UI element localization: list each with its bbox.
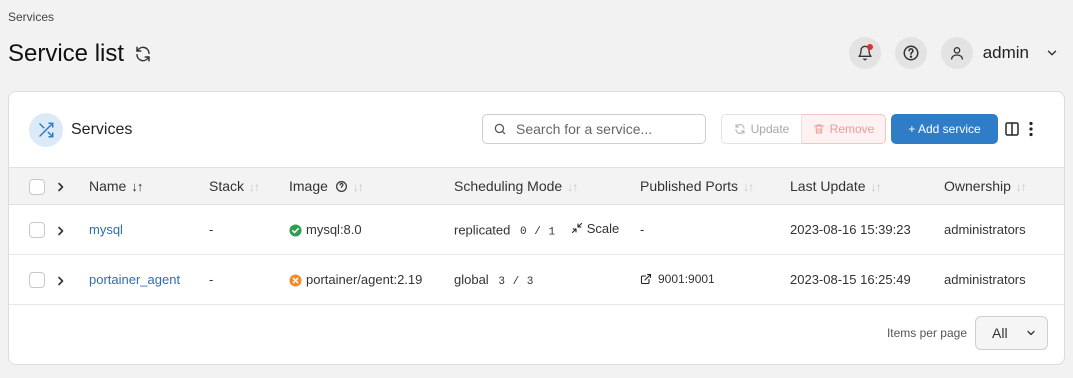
items-per-page-label: Items per page [886, 326, 967, 340]
items-per-page-select[interactable]: All [975, 316, 1048, 350]
help-icon [335, 180, 348, 193]
minimize-arrows-icon [571, 222, 583, 234]
image-name: portainer/agent:2.19 [306, 271, 423, 287]
shuffle-icon [29, 113, 63, 147]
col-stack[interactable]: Stack ↓↑ [209, 168, 289, 205]
scheduling-cell: global 3 / 3 [454, 271, 534, 288]
help-button[interactable] [894, 37, 927, 69]
image-cell: portainer/agent:2.19 [289, 255, 454, 305]
ownership-cell: administrators [944, 222, 1026, 237]
sort-icon: ↓↑ [870, 180, 882, 194]
col-ownership[interactable]: Ownership ↓↑ [944, 168, 1064, 205]
card-header: Services Update Remove + Add service [9, 92, 1064, 167]
col-name[interactable]: Name ↓↑ [89, 168, 209, 205]
sort-desc-icon: ↓↑ [131, 179, 143, 194]
col-last-update[interactable]: Last Update ↓↑ [790, 168, 944, 205]
page-title: Service list [8, 40, 152, 68]
last-update-cell: 2023-08-16 15:39:23 [790, 222, 911, 237]
remove-label: Remove [829, 122, 875, 136]
last-update-cell: 2023-08-15 16:25:49 [790, 272, 911, 287]
table-header: Name ↓↑ Stack ↓↑ Image ↓↑ Scheduling Mode ↓… [9, 167, 1064, 205]
ownership-cell: administrators [944, 272, 1026, 287]
refresh-icon [734, 123, 746, 135]
chevron-right-icon[interactable] [56, 182, 66, 192]
service-link[interactable]: portainer_agent [89, 272, 180, 287]
running-count: 0 [520, 226, 527, 239]
row-checkbox[interactable] [29, 271, 45, 288]
page-title-text: Service list [8, 40, 125, 67]
sort-icon: ↓↑ [249, 180, 260, 194]
search-box[interactable] [482, 114, 706, 144]
external-link-icon [640, 273, 652, 285]
sort-icon: ↓↑ [743, 180, 754, 194]
scale-button[interactable]: Scale [571, 221, 619, 236]
header-actions: admin [848, 37, 1059, 69]
scheduling-cell: replicated 0 / 1 Scale [454, 220, 620, 239]
service-link[interactable]: mysql [89, 222, 123, 237]
pagination: Items per page All [887, 316, 1048, 350]
sort-icon: ↓↑ [352, 180, 364, 194]
user-icon [949, 45, 965, 61]
trash-icon [813, 123, 825, 135]
card-title: Services [71, 121, 133, 138]
desired-count: 3 [526, 275, 534, 288]
notification-badge [866, 44, 873, 50]
col-ports[interactable]: Published Ports ↓↑ [640, 168, 790, 205]
col-image[interactable]: Image ↓↑ [289, 168, 454, 205]
x-circle-icon [289, 274, 302, 287]
refresh-icon[interactable] [134, 45, 152, 63]
search-input[interactable] [516, 121, 686, 137]
running-count: 3 [498, 275, 505, 288]
image-cell: mysql:8.0 [289, 205, 454, 255]
services-card: Services Update Remove + Add service [8, 91, 1065, 365]
stack-cell: - [209, 222, 214, 237]
service-actions: Update Remove [721, 114, 886, 144]
columns-icon[interactable] [1004, 121, 1020, 137]
table-row: mysql - mysql:8.0 replicated 0 / 1 Scale… [9, 205, 1064, 255]
ports-cell: 9001:9001 [640, 255, 790, 305]
add-service-button[interactable]: + Add service [891, 114, 998, 144]
update-label: Update [750, 122, 790, 136]
replica-separator: / [534, 226, 541, 239]
help-icon [902, 44, 920, 62]
chevron-down-icon [1045, 46, 1059, 60]
sort-icon: ↓↑ [567, 180, 578, 194]
select-all-checkbox[interactable] [29, 178, 45, 195]
table-row: portainer_agent - portainer/agent:2.19 g… [9, 255, 1064, 305]
user-name: admin [982, 43, 1029, 62]
user-menu[interactable]: admin [940, 37, 1059, 69]
check-circle-icon [289, 224, 302, 237]
more-options-icon[interactable] [1027, 121, 1035, 137]
desired-count: 1 [548, 226, 556, 239]
chevron-right-icon[interactable] [56, 226, 66, 236]
stack-cell: - [209, 272, 214, 287]
services-table: Name ↓↑ Stack ↓↑ Image ↓↑ Scheduling Mode ↓… [9, 167, 1064, 305]
published-port-link[interactable]: 9001:9001 [640, 272, 715, 286]
row-checkbox[interactable] [29, 221, 45, 238]
chevron-right-icon[interactable] [56, 276, 66, 286]
remove-button[interactable]: Remove [802, 114, 886, 144]
notifications-button[interactable] [848, 37, 881, 69]
replica-separator: / [512, 275, 520, 288]
ports-cell: - [640, 222, 645, 237]
col-scheduling[interactable]: Scheduling Mode ↓↑ [454, 168, 640, 205]
avatar [940, 37, 973, 69]
breadcrumb[interactable]: Services [8, 10, 54, 24]
update-button[interactable]: Update [721, 114, 802, 144]
search-icon [493, 122, 507, 136]
chevron-down-icon [1025, 327, 1037, 339]
sort-icon: ↓↑ [1015, 180, 1027, 194]
image-name: mysql:8.0 [306, 221, 362, 237]
